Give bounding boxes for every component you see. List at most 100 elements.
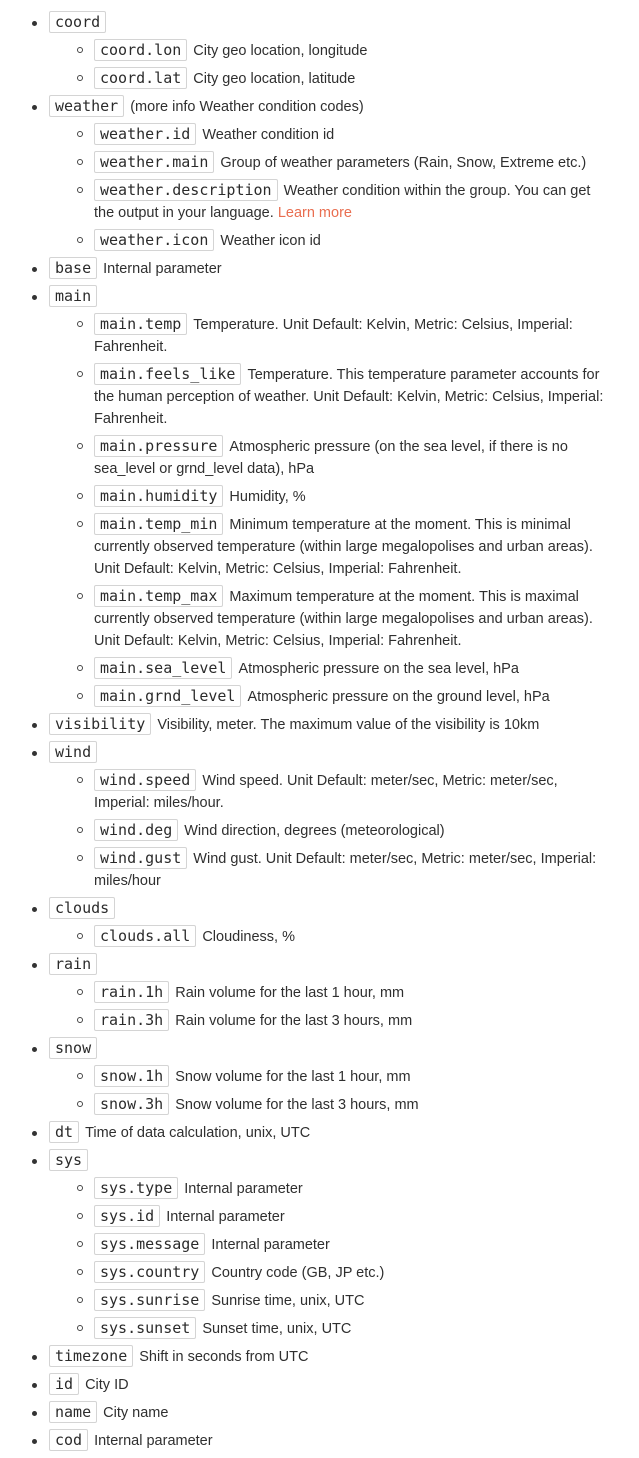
field-name: sys.id <box>94 1205 161 1227</box>
field-description: Shift in seconds from UTC <box>139 1349 309 1365</box>
field-name: sys.message <box>94 1233 206 1255</box>
field-name: sys.sunset <box>94 1317 197 1339</box>
field-name: wind <box>49 741 98 763</box>
field-description: City geo location, latitude <box>193 71 356 87</box>
field-item: name City name <box>32 1401 639 1424</box>
field-description: Atmospheric pressure on the ground level… <box>247 689 550 705</box>
learn-more-link[interactable]: Learn more <box>278 205 352 221</box>
subfield-item: sys.sunset Sunset time, unix, UTC <box>77 1317 639 1340</box>
field-name: weather.main <box>94 151 215 173</box>
field-description: Internal parameter <box>166 1209 285 1225</box>
field-name: id <box>49 1373 80 1395</box>
subfield-item: rain.1h Rain volume for the last 1 hour, … <box>77 981 639 1004</box>
field-name: sys <box>49 1149 89 1171</box>
field-name: main.sea_level <box>94 657 233 679</box>
subfield-item: weather.id Weather condition id <box>77 123 639 146</box>
field-name: coord <box>49 11 107 33</box>
subfield-item: clouds.all Cloudiness, % <box>77 925 639 948</box>
field-item: wind wind.speed Wind speed. Unit Default: … <box>32 741 639 892</box>
field-name: sys.type <box>94 1177 179 1199</box>
field-name: main.temp <box>94 313 188 335</box>
subfield-item: sys.sunrise Sunrise time, unix, UTC <box>77 1289 639 1312</box>
field-description: Country code (GB, JP etc.) <box>211 1265 385 1281</box>
field-description: Humidity, % <box>229 489 306 505</box>
field-item: snow snow.1h Snow volume for the last 1 ho… <box>32 1037 639 1116</box>
subfield-item: main.feels_like Temperature. This tempera… <box>77 363 639 430</box>
subfield-list: coord.lon City geo location, longitude coo… <box>49 39 639 90</box>
field-name: rain <box>49 953 98 975</box>
subfield-item: main.temp_min Minimum temperature at the … <box>77 513 639 580</box>
field-description: Snow volume for the last 1 hour, mm <box>175 1069 411 1085</box>
field-description: Cloudiness, % <box>202 929 295 945</box>
field-description: (more info Weather condition codes) <box>130 99 364 115</box>
field-name: main.humidity <box>94 485 224 507</box>
field-description: City ID <box>85 1377 129 1393</box>
subfield-list: sys.type Internal parameter sys.id Internal… <box>49 1177 639 1340</box>
field-item: dt Time of data calculation, unix, UTC <box>32 1121 639 1144</box>
field-item: clouds clouds.all Cloudiness, % <box>32 897 639 948</box>
field-item: rain rain.1h Rain volume for the last 1 ho… <box>32 953 639 1032</box>
field-name: rain.3h <box>94 1009 170 1031</box>
subfield-item: sys.country Country code (GB, JP etc.) <box>77 1261 639 1284</box>
subfield-list: snow.1h Snow volume for the last 1 hour, … <box>49 1065 639 1116</box>
field-name: weather <box>49 95 125 117</box>
field-description: Internal parameter <box>94 1433 213 1449</box>
field-name: main.temp_max <box>94 585 224 607</box>
field-name: coord.lat <box>94 67 188 89</box>
field-description: Internal parameter <box>184 1181 303 1197</box>
subfield-item: main.temp_max Maximum temperature at the … <box>77 585 639 652</box>
subfield-list: wind.speed Wind speed. Unit Default: mete… <box>49 769 639 892</box>
field-name: clouds <box>49 897 116 919</box>
field-item: id City ID <box>32 1373 639 1396</box>
field-name: coord.lon <box>94 39 188 61</box>
field-name: cod <box>49 1429 89 1451</box>
field-name: main.temp_min <box>94 513 224 535</box>
field-name: snow.1h <box>94 1065 170 1087</box>
subfield-item: coord.lon City geo location, longitude <box>77 39 639 62</box>
field-name: sys.sunrise <box>94 1289 206 1311</box>
field-description: Sunrise time, unix, UTC <box>211 1293 365 1309</box>
field-name: main <box>49 285 98 307</box>
field-name: weather.id <box>94 123 197 145</box>
subfield-item: weather.description Weather condition wit… <box>77 179 639 224</box>
field-description: Weather icon id <box>220 233 321 249</box>
field-description: Internal parameter <box>103 261 222 277</box>
field-item: sys sys.type Internal parameter sys.id Inter… <box>32 1149 639 1340</box>
field-item: weather (more info Weather condition code… <box>32 95 639 252</box>
field-item: coord coord.lon City geo location, longitu… <box>32 11 639 90</box>
subfield-item: coord.lat City geo location, latitude <box>77 67 639 90</box>
subfield-list: clouds.all Cloudiness, % <box>49 925 639 948</box>
field-description: Group of weather parameters (Rain, Snow,… <box>220 155 587 171</box>
subfield-item: main.humidity Humidity, % <box>77 485 639 508</box>
field-name: base <box>49 257 98 279</box>
subfield-item: sys.message Internal parameter <box>77 1233 639 1256</box>
subfield-item: main.grnd_level Atmospheric pressure on t… <box>77 685 639 708</box>
subfield-item: sys.type Internal parameter <box>77 1177 639 1200</box>
field-description: Internal parameter <box>211 1237 330 1253</box>
field-description: Time of data calculation, unix, UTC <box>85 1125 311 1141</box>
field-name: wind.gust <box>94 847 188 869</box>
field-name: snow <box>49 1037 98 1059</box>
subfield-list: weather.id Weather condition id weather.ma… <box>49 123 639 252</box>
api-fields-document: coord coord.lon City geo location, longitu… <box>0 0 639 1452</box>
field-item: visibility Visibility, meter. The maximum… <box>32 713 639 736</box>
subfield-item: main.pressure Atmospheric pressure (on th… <box>77 435 639 480</box>
field-name: clouds.all <box>94 925 197 947</box>
subfield-item: sys.id Internal parameter <box>77 1205 639 1228</box>
field-description: Atmospheric pressure on the sea level, h… <box>238 661 519 677</box>
subfield-item: main.temp Temperature. Unit Default: Kelv… <box>77 313 639 358</box>
field-item: timezone Shift in seconds from UTC <box>32 1345 639 1368</box>
subfield-item: wind.deg Wind direction, degrees (meteoro… <box>77 819 639 842</box>
field-name: visibility <box>49 713 152 735</box>
field-description: Sunset time, unix, UTC <box>202 1321 352 1337</box>
field-name: sys.country <box>94 1261 206 1283</box>
field-name: main.pressure <box>94 435 224 457</box>
field-name: weather.description <box>94 179 278 201</box>
field-name: wind.deg <box>94 819 179 841</box>
field-description: Weather condition id <box>202 127 335 143</box>
subfield-item: wind.speed Wind speed. Unit Default: mete… <box>77 769 639 814</box>
field-description: Rain volume for the last 3 hours, mm <box>175 1013 413 1029</box>
subfield-list: rain.1h Rain volume for the last 1 hour, … <box>49 981 639 1032</box>
field-list: coord coord.lon City geo location, longitu… <box>0 11 639 1452</box>
subfield-item: rain.3h Rain volume for the last 3 hours,… <box>77 1009 639 1032</box>
